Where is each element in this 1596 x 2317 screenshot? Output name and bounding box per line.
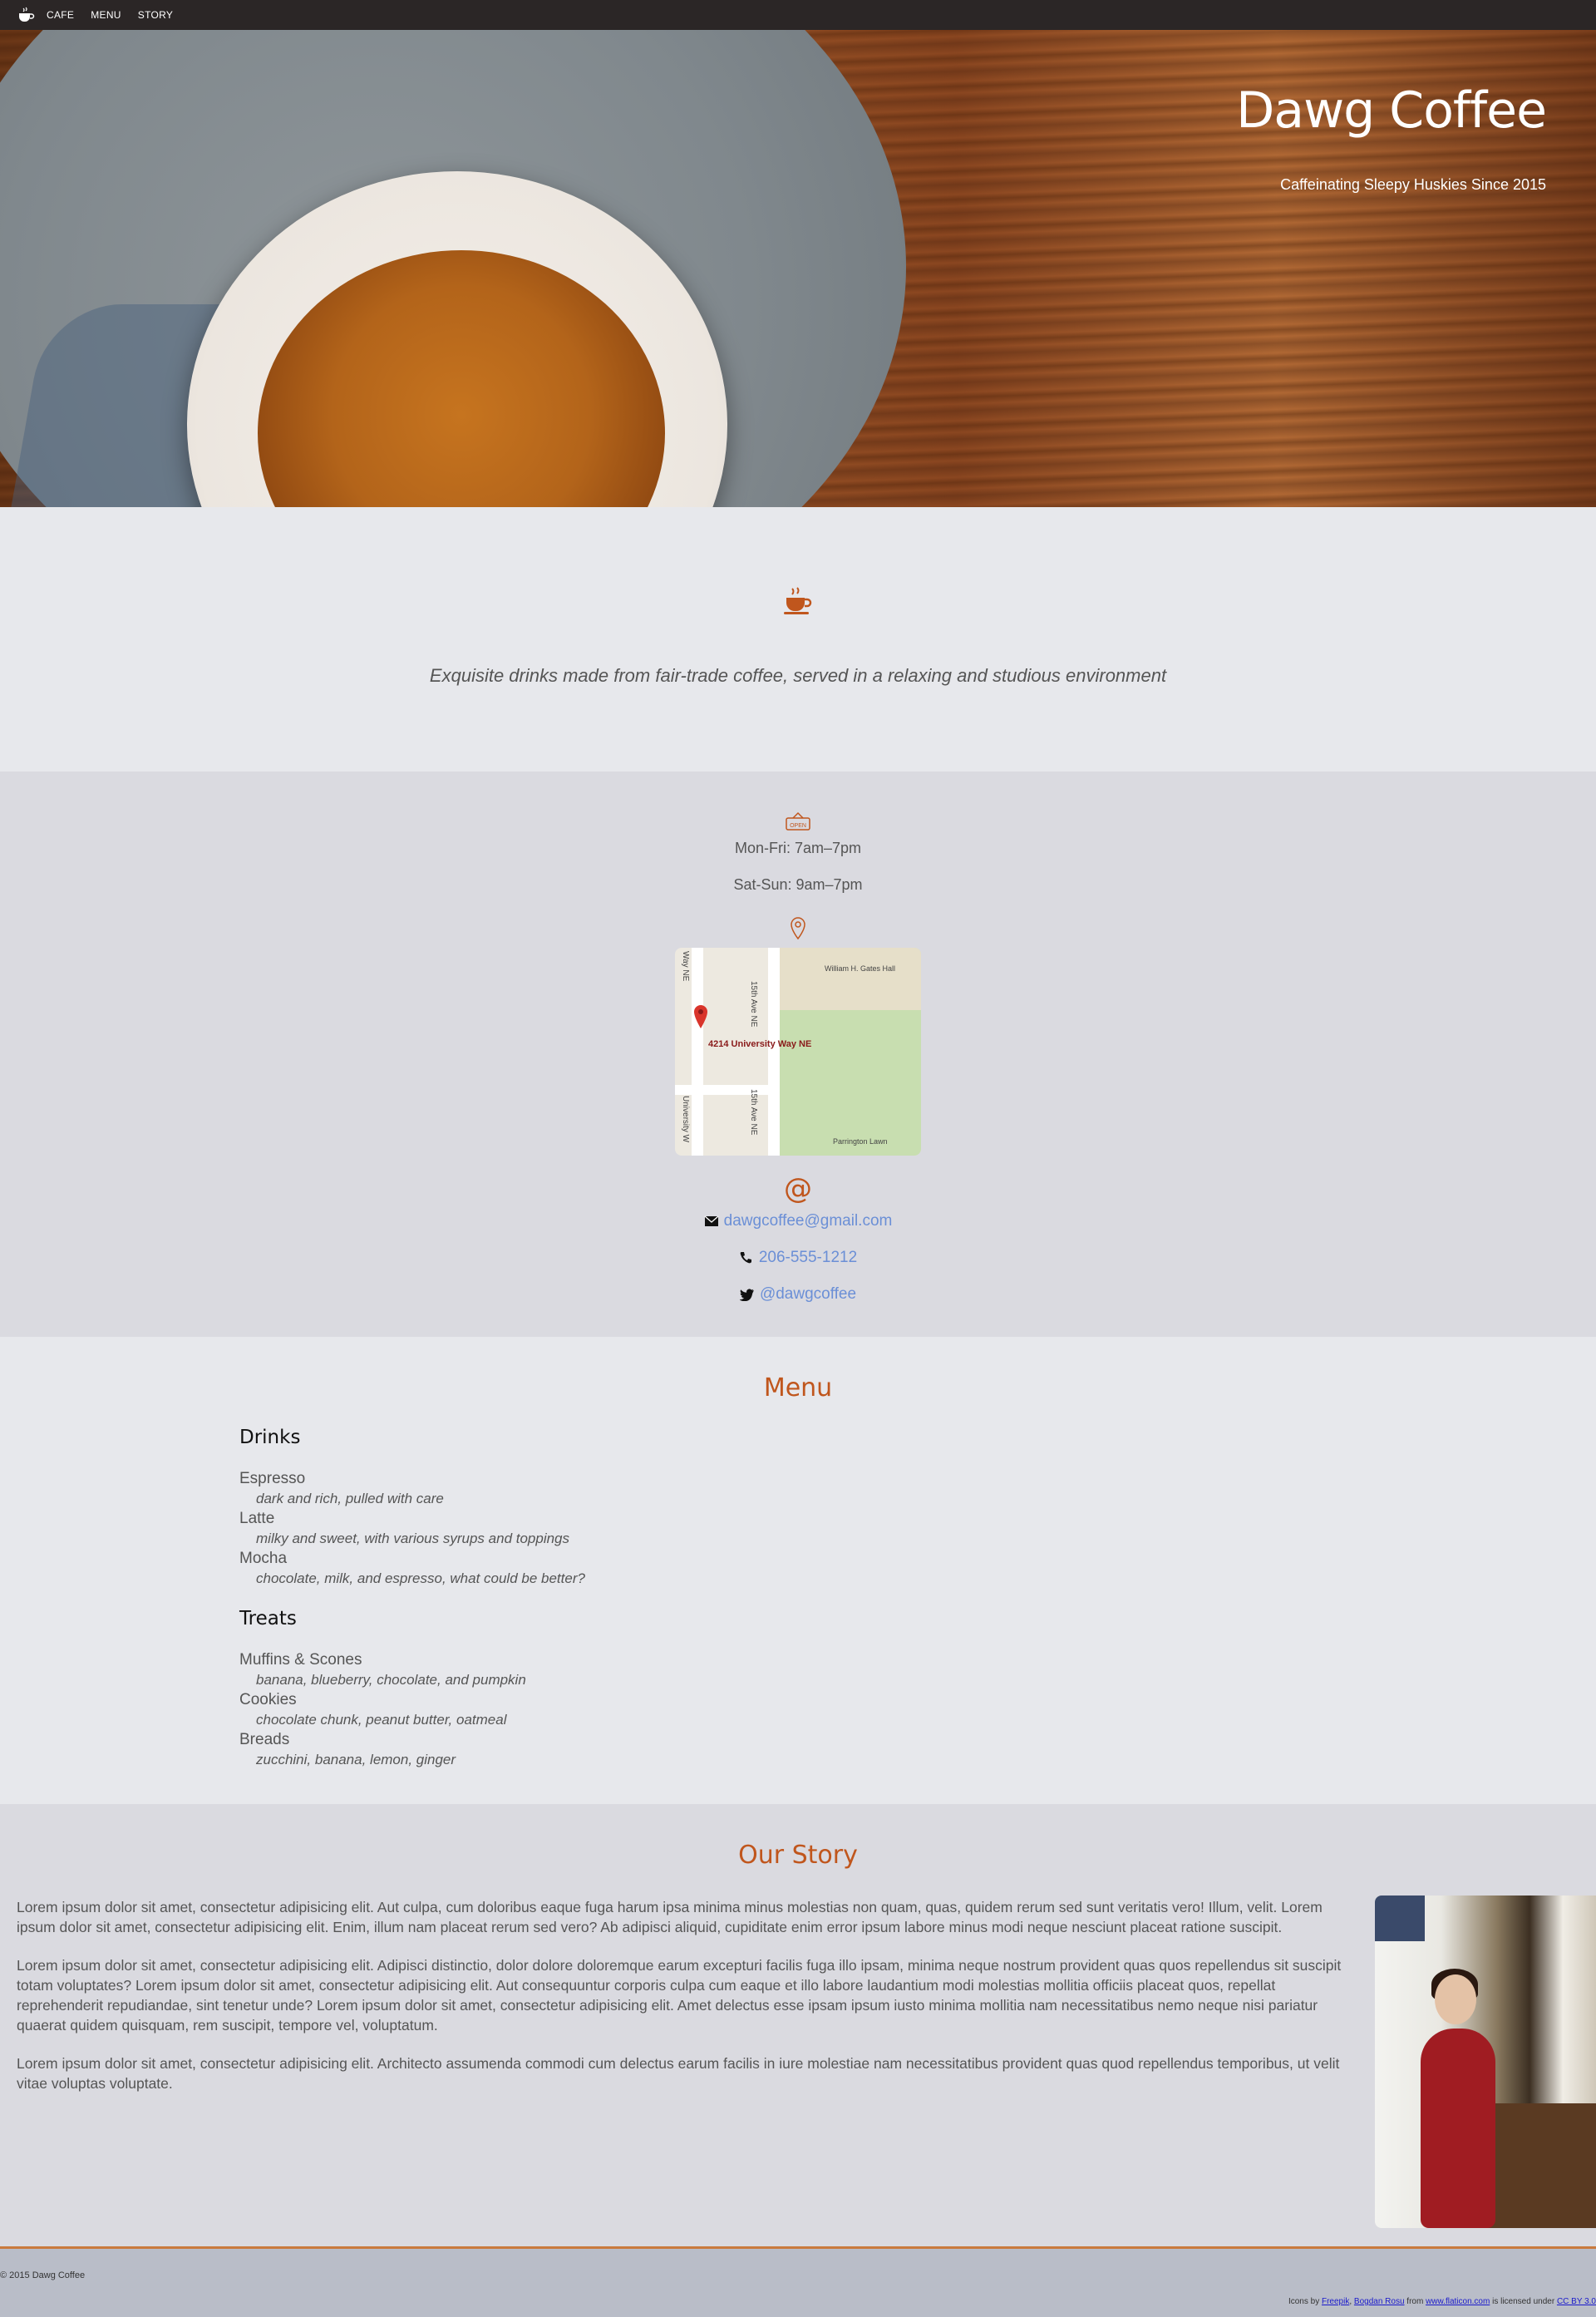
- credit-from: from: [1406, 2297, 1424, 2306]
- map-road: [675, 1085, 779, 1095]
- map-road: [692, 948, 703, 1156]
- menu-category-drinks: Drinks: [239, 1427, 301, 1448]
- coffee-cup-icon[interactable]: [17, 7, 35, 23]
- story-section: Our Story Lorem ipsum dolor sit amet, co…: [0, 1804, 1596, 2246]
- twitter-icon: [739, 1289, 754, 1301]
- map-building-area: [779, 948, 921, 1010]
- menu-item-desc: dark and rich, pulled with care: [256, 1491, 444, 1506]
- map-marker-icon: [694, 1005, 707, 1028]
- phone-row: 206-555-1212: [0, 1249, 1596, 1267]
- photo-poster: [1375, 1896, 1425, 1941]
- map-street-label: Way NE: [681, 951, 690, 982]
- cafe-info-section: OPEN Mon-Fri: 7am–7pm Sat-Sun: 9am–7pm 4…: [0, 772, 1596, 1337]
- phone-icon: [740, 1252, 751, 1264]
- email-link[interactable]: dawgcoffee@gmail.com: [724, 1212, 893, 1230]
- menu-section: Menu Drinks Espresso dark and rich, pull…: [0, 1337, 1596, 1804]
- map-street-label: 15th Ave NE: [749, 1089, 758, 1136]
- svg-text:OPEN: OPEN: [790, 823, 806, 829]
- envelope-icon: [704, 1215, 719, 1226]
- story-paragraph: Lorem ipsum dolor sit amet, consectetur …: [17, 1899, 1323, 1935]
- map-address-label: 4214 University Way NE: [708, 1039, 812, 1049]
- top-nav: CAFE MENU STORY: [0, 0, 1596, 30]
- intro-text: Exquisite drinks made from fair-trade co…: [429, 665, 1167, 686]
- twitter-link[interactable]: @dawgcoffee: [760, 1285, 856, 1304]
- email-row: dawgcoffee@gmail.com: [0, 1212, 1596, 1230]
- menu-item-desc: chocolate chunk, peanut butter, oatmeal: [256, 1712, 507, 1728]
- story-text: Lorem ipsum dolor sit amet, consectetur …: [17, 1897, 1355, 2112]
- open-sign-icon: OPEN: [786, 811, 810, 831]
- story-photo: [1375, 1896, 1596, 2228]
- menu-item-name: Latte: [239, 1510, 275, 1527]
- menu-category-treats: Treats: [239, 1608, 297, 1629]
- menu-item-desc: milky and sweet, with various syrups and…: [256, 1531, 570, 1546]
- map-street-label: University W: [681, 1096, 690, 1143]
- menu-item-desc: zucchini, banana, lemon, ginger: [256, 1752, 456, 1767]
- location-pin-icon: [791, 917, 805, 940]
- story-paragraph: Lorem ipsum dolor sit amet, consectetur …: [17, 2055, 1340, 2092]
- icon-credit: Icons by Freepik, Bogdan Rosu from www.f…: [1288, 2297, 1596, 2306]
- credit-prefix: Icons by: [1288, 2297, 1320, 2306]
- menu-item-name: Muffins & Scones: [239, 1651, 362, 1669]
- map-place-label: William H. Gates Hall: [825, 964, 896, 973]
- story-paragraph: Lorem ipsum dolor sit amet, consectetur …: [17, 1957, 1342, 2034]
- menu-title: Menu: [763, 1373, 833, 1403]
- phone-link[interactable]: 206-555-1212: [759, 1249, 857, 1267]
- hours-weekend: Sat-Sun: 9am–7pm: [733, 876, 863, 893]
- credit-author-link[interactable]: Bogdan Rosu: [1354, 2297, 1405, 2306]
- nav-link-menu[interactable]: MENU: [91, 9, 121, 21]
- menu-item-desc: banana, blueberry, chocolate, and pumpki…: [256, 1672, 526, 1688]
- intro-section: Exquisite drinks made from fair-trade co…: [0, 507, 1596, 772]
- photo-person-dress: [1421, 2029, 1495, 2228]
- nav-link-cafe[interactable]: CAFE: [47, 9, 74, 21]
- story-title: Our Story: [738, 1841, 858, 1870]
- map-place-label: Parrington Lawn: [833, 1137, 888, 1146]
- map-road: [768, 948, 780, 1156]
- credit-separator: ,: [1349, 2297, 1352, 2306]
- credit-license-link[interactable]: CC BY 3.0: [1557, 2297, 1596, 2306]
- coffee-cup-icon: [784, 587, 812, 614]
- hours-weekday: Mon-Fri: 7am–7pm: [734, 840, 862, 856]
- copyright-text: © 2015 Dawg Coffee: [0, 2270, 86, 2280]
- menu-item-name: Espresso: [239, 1470, 306, 1487]
- hero-title: Dawg Coffee: [1236, 81, 1547, 140]
- nav-link-story[interactable]: STORY: [138, 9, 173, 21]
- menu-item-name: Breads: [239, 1731, 290, 1748]
- hero-banner: Dawg Coffee Caffeinating Sleepy Huskies …: [0, 30, 1596, 507]
- credit-licensed: is licensed under: [1492, 2297, 1555, 2306]
- hero-tagline: Caffeinating Sleepy Huskies Since 2015: [1280, 176, 1546, 193]
- credit-site-link[interactable]: www.flaticon.com: [1426, 2297, 1490, 2306]
- contact-heading: @: [784, 1172, 812, 1205]
- twitter-row: @dawgcoffee: [0, 1285, 1596, 1304]
- menu-item-desc: chocolate, milk, and espresso, what coul…: [256, 1570, 585, 1586]
- credit-author-link[interactable]: Freepik: [1322, 2297, 1349, 2306]
- footer: © 2015 Dawg Coffee Icons by Freepik, Bog…: [0, 2249, 1596, 2317]
- menu-item-name: Mocha: [239, 1550, 288, 1567]
- photo-person-head: [1435, 1974, 1476, 2024]
- location-map[interactable]: 4214 University Way NE 15th Ave NE 15th …: [675, 948, 921, 1156]
- map-street-label: 15th Ave NE: [749, 981, 758, 1028]
- menu-item-name: Cookies: [239, 1691, 297, 1708]
